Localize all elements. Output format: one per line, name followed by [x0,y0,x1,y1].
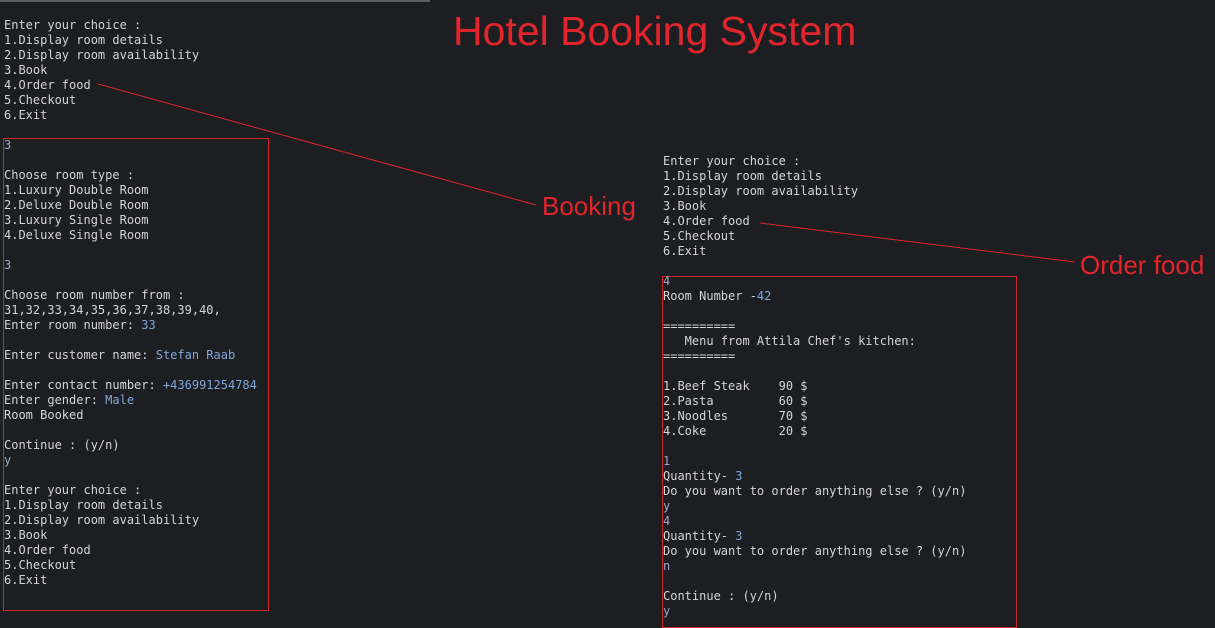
left-console-menu: Enter your choice :1.Display room detail… [4,18,199,123]
console-menu-line: 6.Exit [663,244,707,258]
console-prompt-label: Room Number - [663,289,757,303]
console-user-input: n [663,559,671,573]
console-output-line [4,153,257,168]
console-menu-line: 2.Display room availability [663,184,859,198]
console-user-input: 3 [735,469,743,483]
console-output-line [4,273,257,288]
right-console-menu: Enter your choice :1.Display room detail… [663,154,858,259]
console-output-line: Continue : (y/n) [4,438,120,452]
console-output-line [4,423,257,438]
console-prompt-line: Enter contact number: +436991254784 [4,378,257,393]
console-output-line [663,364,966,379]
console-menu-line: 4.Order food [663,214,750,228]
console-output-line: 3.Book [4,528,48,542]
console-menu-line: 5.Checkout [663,229,736,243]
console-output-line: Continue : (y/n) [663,589,779,603]
console-prompt-line: Room Number -42 [663,289,966,304]
console-output-line: ========== [663,349,736,363]
console-prompt-label: Enter room number: [4,318,142,332]
console-menu-line: 5.Checkout [4,93,77,107]
console-prompt-line: Enter gender: Male [4,393,257,408]
console-prompt-label: Enter gender: [4,393,106,407]
console-output-line [4,333,257,348]
console-user-input: +436991254784 [162,378,257,392]
console-menu-line: 1.Display room details [663,169,822,183]
console-prompt-label: Quantity- [663,469,736,483]
console-output-line: Enter your choice : [4,483,142,497]
console-prompt-line: Enter room number: 33 [4,318,257,333]
console-output-line: 4.Coke 20 $ [663,424,808,438]
console-output-line: 5.Checkout [4,558,77,572]
console-output-line [4,243,257,258]
console-output-line [663,304,966,319]
console-output-line [663,439,966,454]
console-output-line: Choose room type : [4,168,135,182]
console-menu-line: 1.Display room details [4,33,163,47]
console-user-input: y [4,453,12,467]
console-user-input: 3 [4,138,12,152]
console-output-line: 1.Beef Steak 90 $ [663,379,808,393]
console-output-line: Room Booked [4,408,84,422]
console-output-line: 2.Deluxe Double Room [4,198,149,212]
console-menu-line: 3.Book [4,63,48,77]
console-output-line: 1.Display room details [4,498,163,512]
console-output-line: Do you want to order anything else ? (y/… [663,484,967,498]
console-menu-line: 6.Exit [4,108,48,122]
console-user-input: Stefan Raab [155,348,236,362]
console-menu-line: 2.Display room availability [4,48,200,62]
console-output-line: ========== [663,319,736,333]
console-output-line: 31,32,33,34,35,36,37,38,39,40, [4,303,221,317]
console-user-input: 33 [141,318,156,332]
console-output-line [4,363,257,378]
console-output-line: 3.Noodles 70 $ [663,409,808,423]
console-user-input: 4 [663,514,671,528]
console-user-input: 4 [663,274,671,288]
console-output-line: 1.Luxury Double Room [4,183,149,197]
console-output-line [663,574,966,589]
left-console-session: 3 Choose room type :1.Luxury Double Room 2… [4,138,257,588]
right-console-session: 4 Room Number -42 ========== Menu from Att… [663,274,966,619]
console-menu-line: 3.Book [663,199,707,213]
console-prompt-label: Quantity- [663,529,736,543]
order-food-annotation: Order food [1080,250,1205,280]
console-user-input: 1 [663,454,671,468]
console-output-line: Do you want to order anything else ? (y/… [663,544,967,558]
console-output-line: Menu from Attila Chef's kitchen: [663,334,916,348]
console-output-line: 4.Deluxe Single Room [4,228,149,242]
console-menu-line: 4.Order food [4,78,91,92]
console-output-line: 3.Luxury Single Room [4,213,149,227]
console-output-line: 2.Pasta 60 $ [663,394,808,408]
window-top-edge [0,0,430,2]
console-user-input: 3 [4,258,12,272]
booking-annotation: Booking [542,191,636,221]
console-prompt-line: Quantity- 3 [663,469,966,484]
console-prompt-label: Enter contact number: [4,378,163,392]
page-title: Hotel Booking System [453,8,857,54]
console-user-input: 3 [735,529,743,543]
console-prompt-label: Enter customer name: [4,348,156,362]
console-menu-line: Enter your choice : [4,18,142,32]
console-menu-line: Enter your choice : [663,154,801,168]
console-prompt-line: Quantity- 3 [663,529,966,544]
console-output-line: 6.Exit [4,573,48,587]
console-user-input: 42 [756,289,772,303]
console-output-line: Choose room number from : [4,288,185,302]
console-output-line: 2.Display room availability [4,513,200,527]
console-output-line: 4.Order food [4,543,91,557]
console-prompt-line: Enter customer name: Stefan Raab [4,348,257,363]
console-user-input: y [663,499,671,513]
console-user-input: y [663,604,671,618]
console-output-line [4,468,257,483]
console-user-input: Male [105,393,135,407]
